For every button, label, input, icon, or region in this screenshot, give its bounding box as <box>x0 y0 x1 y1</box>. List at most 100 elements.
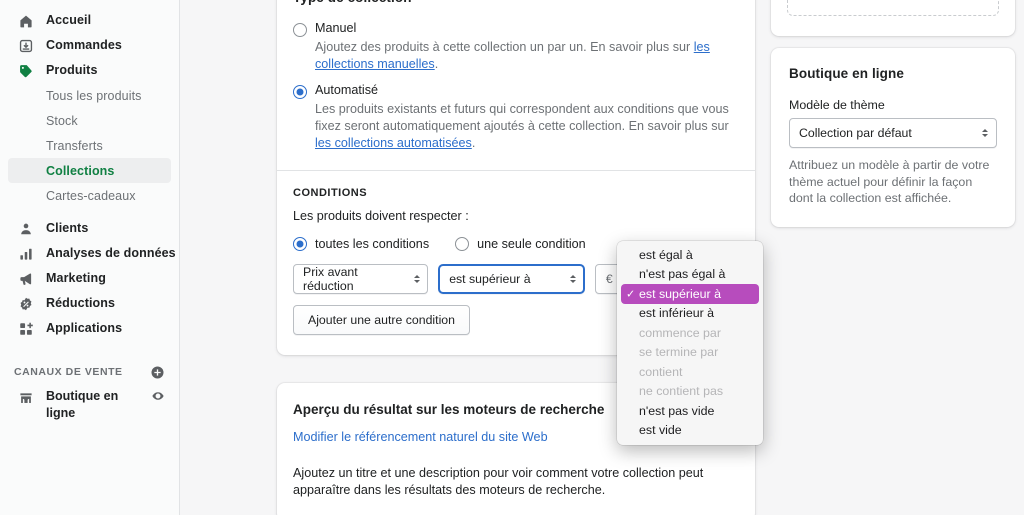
sidebar-item-label: Réductions <box>46 296 116 310</box>
sidebar-item-applications[interactable]: Applications <box>8 316 171 341</box>
operator-option-label: commence par <box>639 325 721 340</box>
sidebar-item-label: Analyses de données <box>46 246 176 260</box>
option-body: Automatisé Les produits existants et fut… <box>315 83 737 152</box>
add-sales-channel-icon[interactable] <box>149 364 165 380</box>
sales-channels-header: CANAUX DE VENTE <box>0 360 179 384</box>
condition-field-value: Prix avant réduction <box>303 265 358 293</box>
collection-type-option-automatise[interactable]: Automatisé Les produits existants et fut… <box>293 83 737 152</box>
chevron-updown-icon <box>414 275 421 283</box>
operator-option[interactable]: est égal à <box>617 245 763 265</box>
sidebar-item-clients[interactable]: Clients <box>8 216 171 241</box>
operator-option[interactable]: ✓ est supérieur à <box>621 284 759 304</box>
analytics-bars-icon <box>16 244 36 264</box>
operator-option[interactable]: est inférieur à <box>617 304 763 324</box>
main-content-area: Type de collection Manuel Ajoutez des pr… <box>180 0 1024 515</box>
theme-template-help: Attribuez un modèle à partir de votre th… <box>789 158 990 205</box>
radio-manuel[interactable] <box>293 23 307 37</box>
eye-icon[interactable] <box>151 389 165 408</box>
sidebar-item-collections[interactable]: Collections <box>8 158 171 183</box>
sidebar-item-tous-les-produits[interactable]: Tous les produits <box>8 83 171 108</box>
radio-automatise[interactable] <box>293 85 307 99</box>
sidebar-top-spacer <box>0 0 179 8</box>
orders-inbox-icon <box>16 36 36 56</box>
sidebar-item-produits[interactable]: Produits <box>8 58 171 83</box>
operator-option-label: n'est pas égal à <box>639 267 726 282</box>
sidebar-subitem-label: Tous les produits <box>46 88 142 103</box>
operator-option[interactable]: n'est pas égal à <box>617 265 763 285</box>
sidebar-subitem-label: Transferts <box>46 138 103 153</box>
theme-template-select[interactable]: Collection par défaut <box>789 118 997 148</box>
option-body: Manuel Ajoutez des produits à cette coll… <box>315 21 737 73</box>
collection-type-section: Type de collection Manuel Ajoutez des pr… <box>277 0 755 170</box>
condition-value-placeholder: € <box>605 272 613 286</box>
customer-icon <box>16 219 36 239</box>
condition-operator-select[interactable]: est supérieur à <box>438 264 585 294</box>
sidebar-item-label: Commandes <box>46 38 122 52</box>
chevron-updown-icon <box>569 275 576 283</box>
radio-toutes-les-conditions[interactable] <box>293 237 307 251</box>
sidebar-item-cartes-cadeaux[interactable]: Cartes-cadeaux <box>8 183 171 208</box>
match-option-label: toutes les conditions <box>315 237 430 251</box>
match-option-any[interactable]: une seule condition <box>455 237 586 251</box>
operator-option-label: est inférieur à <box>639 306 715 321</box>
match-option-all[interactable]: toutes les conditions <box>293 237 429 251</box>
add-another-condition-button[interactable]: Ajouter une autre condition <box>293 305 470 335</box>
sidebar-item-label: Produits <box>46 63 98 77</box>
online-store-section: Boutique en ligne Modèle de thème Collec… <box>771 48 1015 227</box>
sidebar-item-reductions[interactable]: Réductions <box>8 291 171 316</box>
sidebar-item-analyses-de-donnees[interactable]: Analyses de données <box>8 241 176 266</box>
collection-image-card <box>771 0 1015 36</box>
shopify-admin-window: Accueil Commandes Produits Tous les prod… <box>0 0 1024 515</box>
sidebar-subitem-label: Collections <box>46 163 115 178</box>
operator-dropdown-popup[interactable]: est égal à n'est pas égal à ✓ est supérieur… <box>617 241 763 445</box>
sidebar-item-label: Accueil <box>46 13 92 27</box>
main-sidebar: Accueil Commandes Produits Tous les prod… <box>0 0 180 515</box>
help-prefix: Ajoutez des produits à cette collection … <box>315 40 694 54</box>
operator-option: ne contient pas <box>617 382 763 402</box>
sidebar-item-label: Clients <box>46 221 89 235</box>
sidebar-item-accueil[interactable]: Accueil <box>8 8 171 33</box>
home-icon <box>16 11 36 31</box>
operator-option-label: est supérieur à <box>639 286 721 301</box>
sidebar-item-label: Applications <box>46 321 123 335</box>
sidebar-subitem-label: Cartes-cadeaux <box>46 188 136 203</box>
sidebar-channels-spacer <box>0 341 179 354</box>
product-tag-icon <box>16 61 36 81</box>
help-prefix: Les produits existants et futurs qui cor… <box>315 102 729 133</box>
operator-option: contient <box>617 362 763 382</box>
sidebar-group-spacer <box>0 208 179 216</box>
sidebar-item-commandes[interactable]: Commandes <box>8 33 171 58</box>
conditions-subheading: Les produits doivent respecter : <box>293 209 469 223</box>
radio-help: Les produits existants et futurs qui cor… <box>315 101 737 152</box>
operator-option: commence par <box>617 323 763 343</box>
edit-seo-link[interactable]: Modifier le référencement naturel du sit… <box>293 430 548 444</box>
match-option-label: une seule condition <box>477 237 586 251</box>
sidebar-item-stock[interactable]: Stock <box>8 108 171 133</box>
chevron-updown-icon <box>982 129 988 137</box>
sidebar-item-label: Marketing <box>46 271 106 285</box>
help-suffix: . <box>434 57 439 71</box>
sidebar-subitem-label: Stock <box>46 113 78 128</box>
collection-type-option-manuel[interactable]: Manuel Ajoutez des produits à cette coll… <box>293 21 737 73</box>
theme-template-label: Modèle de thème <box>789 98 885 112</box>
storefront-icon <box>16 388 36 408</box>
check-icon: ✓ <box>626 288 636 301</box>
image-dropzone[interactable] <box>787 0 999 16</box>
automated-collections-link[interactable]: les collections automatisées <box>315 136 472 150</box>
conditions-heading: CONDITIONS <box>293 187 368 199</box>
operator-option-label: n'est pas vide <box>639 403 715 418</box>
sidebar-item-marketing[interactable]: Marketing <box>8 266 171 291</box>
operator-option[interactable]: n'est pas vide <box>617 401 763 421</box>
help-suffix: . <box>471 136 476 150</box>
operator-option[interactable]: est vide <box>617 421 763 441</box>
sales-channels-heading: CANAUX DE VENTE <box>14 366 123 378</box>
operator-option-label: ne contient pas <box>639 384 724 399</box>
radio-une-seule-condition[interactable] <box>455 237 470 251</box>
radio-label: Manuel <box>315 21 357 35</box>
radio-label: Automatisé <box>315 83 378 97</box>
sidebar-item-boutique-en-ligne[interactable]: Boutique en ligne <box>8 384 171 426</box>
collection-type-title: Type de collection <box>293 0 737 5</box>
condition-field-select[interactable]: Prix avant réduction <box>293 264 429 294</box>
sidebar-item-transferts[interactable]: Transferts <box>8 133 171 158</box>
apps-plus-icon <box>16 319 36 339</box>
